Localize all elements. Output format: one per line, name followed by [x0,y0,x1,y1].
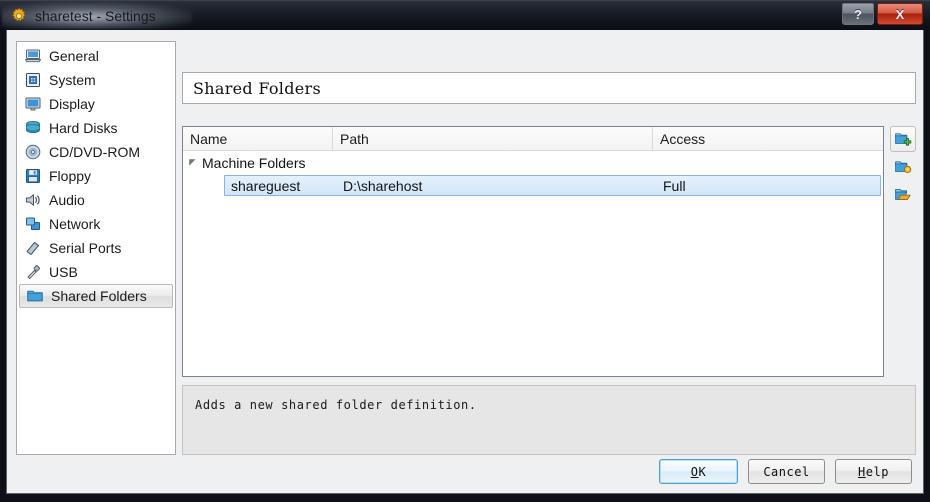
cancel-button[interactable]: Cancel [748,459,825,484]
column-header-path[interactable]: Path [333,127,653,150]
monitor-icon [25,97,41,111]
column-header-access[interactable]: Access [653,127,883,150]
close-label: X [895,6,905,22]
settings-pane: Shared Folders Name Path Access Machine … [182,41,916,455]
column-header-name[interactable]: Name [183,127,333,150]
sidebar-item-label: Hard Disks [49,120,118,136]
sidebar-item-label: System [49,72,96,88]
sidebar-item-hard-disks[interactable]: Hard Disks [18,116,174,140]
gear-icon [12,7,26,21]
folder-remove-icon [895,188,911,200]
folder-add-icon [895,133,912,146]
tree-group-machine-folders[interactable]: Machine Folders [183,151,883,174]
dialog-buttons: OK Cancel Help [659,459,912,484]
edit-shared-folder-button[interactable] [890,154,916,180]
tree-group-label: Machine Folders [202,154,306,171]
folder-icon [27,290,43,302]
help-button[interactable]: Help [835,459,912,484]
usb-icon [27,265,40,280]
ok-button-label: OK [691,465,706,479]
ok-button[interactable]: OK [659,459,738,484]
chip-icon [26,73,40,87]
sidebar-item-serial-ports[interactable]: Serial Ports [18,236,174,260]
title-bar[interactable]: sharetest - Settings ? X [0,0,930,30]
sidebar-item-cd-dvd-rom[interactable]: CD/DVD-ROM [18,140,174,164]
speaker-icon [26,194,40,206]
help-rest: elp [865,464,889,479]
cd-icon [25,144,41,160]
hint-panel: Adds a new shared folder definition. [182,385,916,455]
sidebar-item-general[interactable]: General [18,44,174,68]
sidebar-item-floppy[interactable]: Floppy [18,164,174,188]
sidebar-item-system[interactable]: System [18,68,174,92]
help-button-label: Help [858,465,889,479]
sidebar-item-label: Floppy [49,168,92,184]
help-mnemonic: H [858,464,866,479]
titlebar-help-label: ? [854,6,862,22]
close-icon[interactable]: X [877,3,923,25]
sidebar-item-shared-folders[interactable]: Shared Folders [19,284,173,308]
sidebar-item-network[interactable]: Network [18,212,174,236]
sidebar-item-label: Display [49,96,95,112]
settings-category-list[interactable]: General System Display Hard Disks CD/DVD… [16,41,176,455]
sidebar-item-label: Shared Folders [51,288,147,304]
page-title-text: Shared Folders [193,78,321,98]
window-title: sharetest - Settings [35,7,156,24]
remove-shared-folder-button[interactable] [890,182,916,208]
cell-name: shareguest [231,177,301,194]
ok-rest: K [698,464,707,479]
sidebar-item-label: Audio [49,192,85,208]
dialog-client-area: General System Display Hard Disks CD/DVD… [6,30,924,494]
computer-icon [25,49,41,63]
sidebar-item-audio[interactable]: Audio [18,188,174,212]
page-title: Shared Folders [182,72,916,104]
sidebar-item-label: CD/DVD-ROM [49,144,140,160]
sidebar-item-usb[interactable]: USB [18,260,174,284]
cell-path: D:\sharehost [343,177,423,194]
shared-folders-toolbar [890,126,916,210]
ok-mnemonic: O [690,464,699,479]
folder-edit-icon [895,161,912,174]
sidebar-item-label: Network [49,216,101,232]
add-shared-folder-button[interactable] [890,126,916,152]
hint-text: Adds a new shared folder definition. [195,398,477,412]
sidebar-item-label: USB [49,264,78,280]
sidebar-item-label: Serial Ports [49,240,122,256]
serial-port-icon [26,242,39,255]
chevron-expanded-icon[interactable] [186,151,198,174]
sidebar-item-label: General [49,48,99,64]
sidebar-item-display[interactable]: Display [18,92,174,116]
cell-access: Full [663,177,686,194]
harddisk-icon [26,120,40,134]
shared-folders-table[interactable]: Name Path Access Machine Folders sharegu… [182,126,884,377]
titlebar-help-button[interactable]: ? [842,3,874,25]
table-header-row: Name Path Access [183,127,883,151]
network-icon [26,217,40,230]
floppy-icon [26,169,40,183]
cancel-button-label: Cancel [763,464,810,479]
settings-window: sharetest - Settings ? X General System … [0,0,930,502]
table-row[interactable]: shareguest D:\sharehost Full [224,175,881,196]
